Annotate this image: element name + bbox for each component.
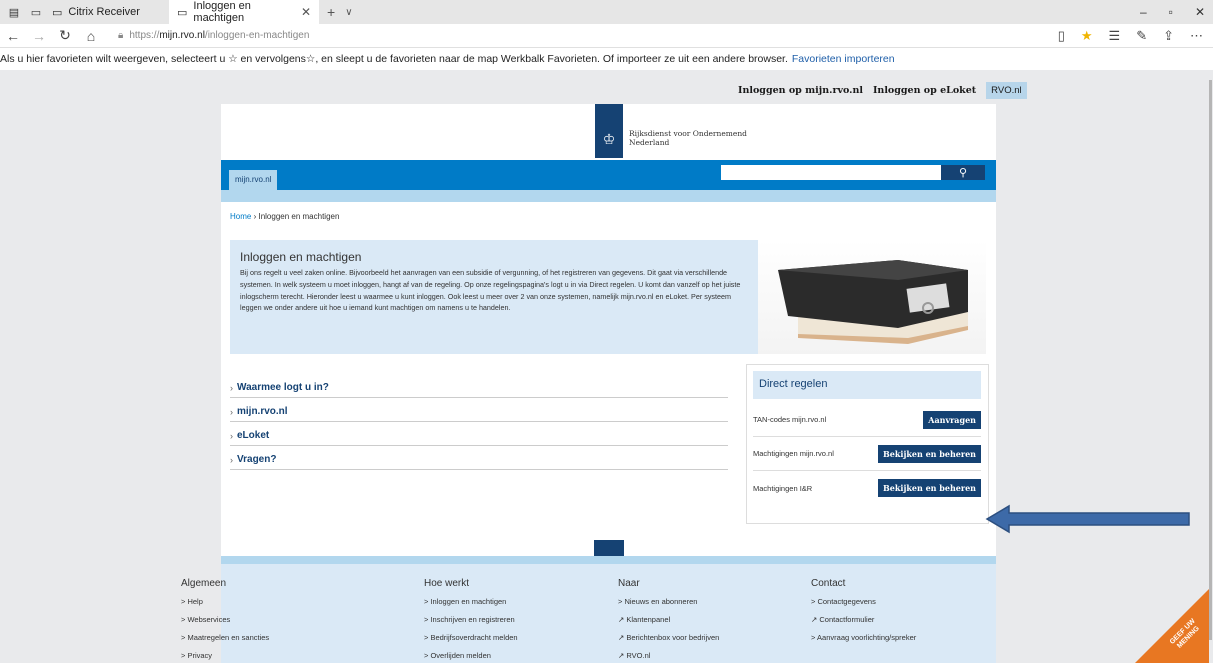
address-bar: ← → ↻ ⌂ 🔒︎ https://mijn.rvo.nl/inloggen-… [0, 24, 1213, 48]
page-viewport: Inloggen op mijn.rvo.nl Inloggen op eLok… [0, 70, 1213, 663]
refresh-icon[interactable]: ↻ [52, 27, 78, 44]
pen-icon[interactable]: ✎ [1136, 28, 1147, 44]
footer-link[interactable]: > Contactgegevens [811, 593, 916, 611]
breadcrumb: Home › Inloggen en machtigen [230, 212, 339, 221]
rvo-logo[interactable]: ♔ Rijksdienst voor Ondernemend Nederland [595, 104, 747, 158]
footer-link[interactable]: > Webservices [181, 611, 269, 629]
footer-link[interactable]: > Nieuws en abonneren [618, 593, 719, 611]
footer-link[interactable]: > Inloggen en machtigen [424, 593, 518, 611]
footer-band [221, 556, 996, 564]
footer-link[interactable]: ↗ Contactformulier [811, 611, 916, 629]
tab-preview-icon[interactable]: ▭ [28, 4, 44, 20]
direct-regelen-title: Direct regelen [753, 371, 981, 399]
footer-col-naar: Naar > Nieuws en abonneren ↗ Klantenpane… [618, 578, 719, 663]
footer-link[interactable]: > Aanvraag voorlichting/spreker [811, 629, 916, 647]
new-tab-icon[interactable]: + [327, 4, 335, 20]
search-input[interactable] [721, 165, 941, 180]
footer-tab [594, 540, 624, 556]
toolbar-right: ▯ ★ ☰ ✎ ⇪ ⋯ [1058, 28, 1213, 44]
favorite-star-icon[interactable]: ★ [1081, 28, 1093, 44]
tab-citrix[interactable]: ▭ Citrix Receiver [44, 0, 169, 24]
favorites-hint: Als u hier favorieten wilt weergeven, se… [0, 53, 788, 65]
accordion-eloket[interactable]: › eLoket [230, 422, 728, 446]
login-mijn-link[interactable]: Inloggen op mijn.rvo.nl [738, 85, 863, 96]
url-field[interactable]: 🔒︎ https://mijn.rvo.nl/inloggen-en-macht… [118, 30, 309, 41]
page-icon: ▭ [177, 6, 188, 19]
footer-link[interactable]: ↗ RVO.nl [618, 647, 719, 663]
nav-subband [221, 190, 996, 202]
row-machtigingen-mijn: Machtigingen mijn.rvo.nl Bekijken en beh… [753, 437, 981, 471]
breadcrumb-current: Inloggen en machtigen [258, 212, 340, 221]
import-favorites-link[interactable]: Favorieten importeren [792, 53, 895, 65]
aanvragen-button[interactable]: Aanvragen [923, 410, 981, 429]
footer-link[interactable]: > Help [181, 593, 269, 611]
tab-label: Inloggen en machtigen [193, 0, 251, 24]
bekijken-beheren-mijn-button[interactable]: Bekijken en beheren [878, 444, 981, 463]
restore-icon[interactable]: ▫ [1169, 5, 1173, 19]
footer-link[interactable]: > Inschrijven en registreren [424, 611, 518, 629]
footer-link[interactable]: ↗ Berichtenbox voor bedrijven [618, 629, 719, 647]
window-controls: – ▫ ✕ [1140, 5, 1213, 19]
favorites-hub-icon[interactable]: ☰ [1109, 28, 1121, 44]
close-tab-icon[interactable]: ✕ [301, 5, 311, 19]
footer-col-hoe-werkt: Hoe werkt > Inloggen en machtigen > Insc… [424, 578, 518, 663]
rvo-link[interactable]: RVO.nl [986, 82, 1027, 99]
crest-icon: ♔ [595, 104, 623, 158]
page-container: ♔ Rijksdienst voor Ondernemend Nederland… [181, 104, 996, 663]
chevron-down-icon[interactable]: ∨ [345, 7, 352, 18]
top-links: Inloggen op mijn.rvo.nl Inloggen op eLok… [738, 82, 1027, 99]
footer-col-algemeen: Algemeen > Help > Webservices > Maatrege… [181, 578, 269, 663]
browser-tabbar: ▤ ▭ ▭ Citrix Receiver ▭ Inloggen en mach… [0, 0, 1213, 24]
footer-link[interactable]: > Maatregelen en sancties [181, 629, 269, 647]
forward-icon[interactable]: → [26, 28, 52, 44]
reading-view-icon[interactable]: ▯ [1058, 28, 1065, 44]
favorites-bar: Als u hier favorieten wilt weergeven, se… [0, 48, 1213, 70]
breadcrumb-home[interactable]: Home [230, 212, 251, 221]
footer-col-contact: Contact > Contactgegevens ↗ Contactformu… [811, 578, 916, 647]
lock-icon: 🔒︎ [118, 30, 124, 41]
row-tan-codes: TAN-codes mijn.rvo.nl Aanvragen [753, 403, 981, 437]
home-icon[interactable]: ⌂ [78, 28, 104, 44]
main-nav: mijn.rvo.nl ⚲ [221, 160, 996, 190]
tab-actions-icon[interactable]: ▤ [6, 4, 22, 20]
minimize-icon[interactable]: – [1140, 5, 1147, 19]
intro-text: Bij ons regelt u veel zaken online. Bijv… [240, 268, 741, 313]
search-icon: ⚲ [958, 167, 968, 179]
search-button[interactable]: ⚲ [941, 165, 985, 180]
accordion-vragen[interactable]: › Vragen? [230, 446, 728, 470]
footer-link[interactable]: > Bedrijfsoverdracht melden [424, 629, 518, 647]
row-machtigingen-ir: Machtigingen I&R Bekijken en beheren [753, 471, 981, 505]
back-icon[interactable]: ← [0, 28, 26, 44]
accordion-mijn[interactable]: › mijn.rvo.nl [230, 398, 728, 422]
footer-link[interactable]: > Overlijden melden [424, 647, 518, 663]
direct-regelen-panel: Direct regelen TAN-codes mijn.rvo.nl Aan… [746, 364, 989, 524]
feedback-corner[interactable]: GEEF UW MENING [1135, 585, 1213, 663]
scrollbar[interactable] [1209, 70, 1213, 663]
binder-image [758, 240, 986, 354]
page-title: Inloggen en machtigen [240, 250, 362, 264]
intro-block: Inloggen en machtigen Bij ons regelt u v… [230, 240, 758, 354]
share-icon[interactable]: ⇪ [1163, 28, 1174, 44]
site-footer: Algemeen > Help > Webservices > Maatrege… [181, 564, 996, 663]
page-icon: ▭ [52, 6, 63, 19]
tab-label: Citrix Receiver [68, 6, 140, 18]
tab-inloggen[interactable]: ▭ Inloggen en machtigen ✕ [169, 0, 319, 24]
more-icon[interactable]: ⋯ [1190, 28, 1203, 44]
footer-link[interactable]: ↗ Klantenpanel [618, 611, 719, 629]
footer-link[interactable]: > Privacy [181, 647, 269, 663]
bekijken-beheren-ir-button[interactable]: Bekijken en beheren [878, 479, 981, 497]
login-eloket-link[interactable]: Inloggen op eLoket [873, 85, 976, 96]
annotation-arrow-icon [985, 504, 1190, 534]
accordion-waarmee[interactable]: › Waarmee logt u in? [230, 374, 728, 398]
close-window-icon[interactable]: ✕ [1195, 5, 1205, 19]
nav-tab-mijn[interactable]: mijn.rvo.nl [229, 170, 278, 190]
